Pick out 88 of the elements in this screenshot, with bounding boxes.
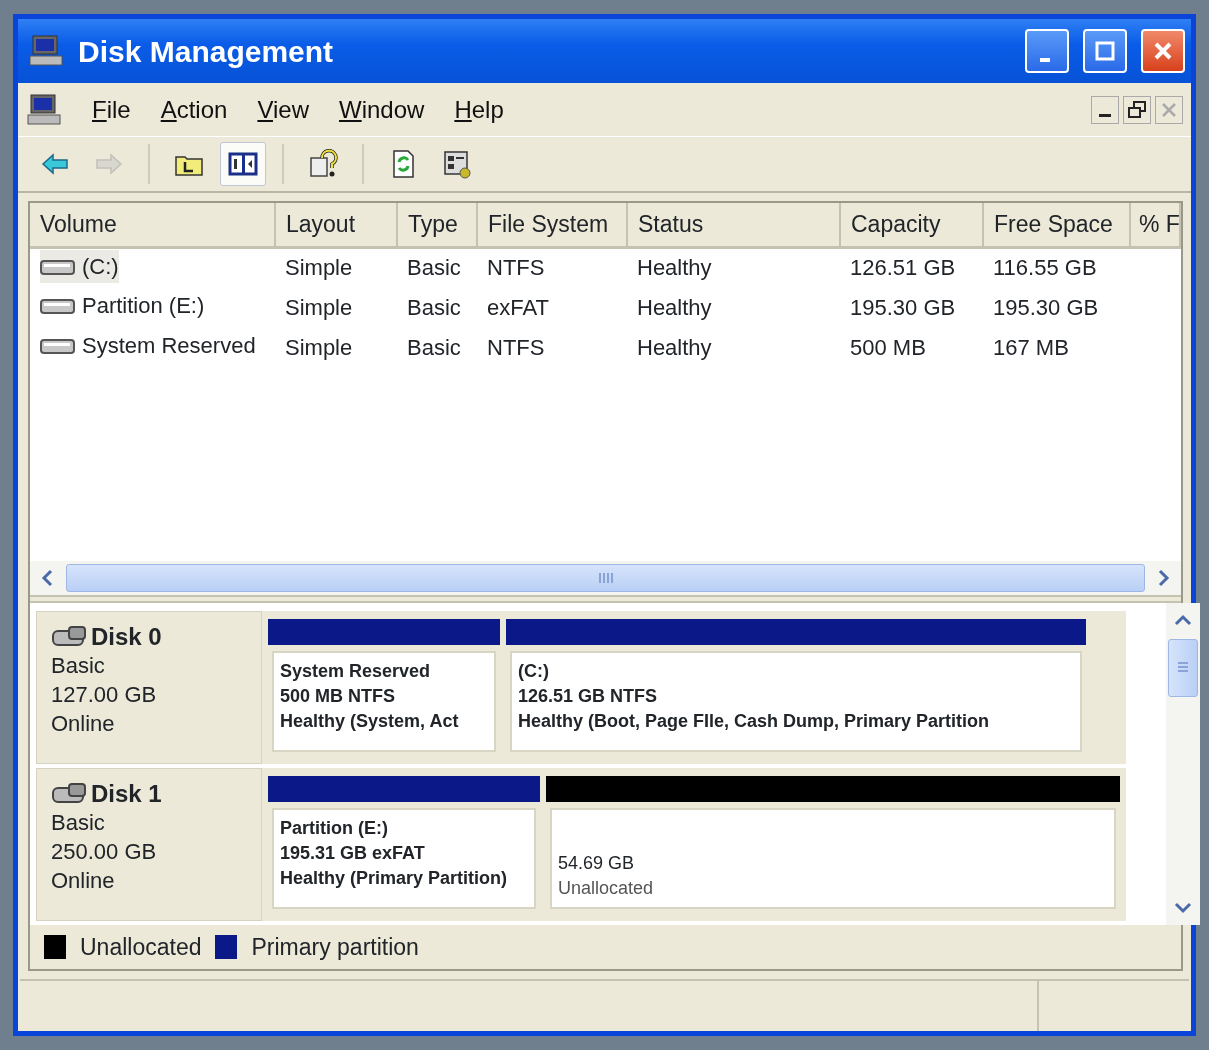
table-cell: Basic — [407, 334, 461, 360]
table-cell: Basic — [407, 255, 461, 281]
table-cell: Simple — [285, 334, 353, 360]
disk-name: Disk 1 — [91, 779, 162, 808]
disk-detail: 127.00 GB — [51, 681, 158, 709]
table-cell: NTFS — [487, 255, 545, 281]
partition-text: Healthy (Boot, Page FIle, Cash Dump, Primary Partition — [518, 710, 991, 733]
table-cell: 195.30 GB — [993, 294, 1099, 320]
table-cell: 126.51 GB — [850, 255, 956, 281]
volume-list-item[interactable]: System Reserved — [40, 329, 256, 363]
partition-text: Unallocated — [558, 877, 655, 900]
column-header[interactable]: Layout — [275, 203, 397, 247]
minimize-button[interactable] — [1091, 95, 1119, 124]
menu-item[interactable]: Window — [339, 91, 425, 128]
horizontal-scrollbar[interactable] — [30, 561, 1181, 595]
menu-item[interactable]: View — [257, 91, 309, 128]
partition-text: 195.31 GB exFAT — [280, 842, 426, 865]
partition-text: 126.51 GB NTFS — [518, 685, 659, 708]
table-cell: exFAT — [487, 294, 549, 320]
disk-detail: Online — [51, 867, 116, 895]
vertical-scrollbar[interactable] — [1166, 603, 1200, 925]
partition-block[interactable]: 54.69 GB Unallocated — [550, 808, 1116, 909]
partition-text: System Reserved — [280, 660, 432, 683]
volume-list-item[interactable]: Partition (E:) — [40, 289, 205, 323]
disk-detail: Online — [51, 710, 116, 738]
disk-detail: 250.00 GB — [51, 838, 158, 866]
partition-block[interactable]: Partition (E:) 195.31 GB exFAT Healthy (Primary Partition) — [272, 808, 536, 909]
partition-text: Partition (E:) — [280, 817, 389, 840]
grip-icon — [597, 572, 614, 584]
partition-text: 500 MB NTFS — [280, 685, 397, 708]
chevron-left-icon — [40, 569, 54, 587]
partition-text: (C:) — [518, 660, 550, 683]
partition-block[interactable]: System Reserved 500 MB NTFS Healthy (System, Act — [272, 651, 496, 752]
window-title: Disk Management — [78, 33, 334, 70]
disk-info-panel[interactable]: Disk 0 Basic 127.00 GB Online — [36, 611, 262, 764]
disk-info-panel[interactable]: Disk 1 Basic 250.00 GB Online — [36, 768, 262, 921]
table-cell: 195.30 GB — [850, 294, 956, 320]
legend-label: Unallocated — [80, 932, 202, 962]
disk-detail: Basic — [51, 809, 106, 837]
column-header[interactable]: % F — [1130, 203, 1180, 247]
restore-icon — [1127, 99, 1147, 120]
restore-button[interactable] — [1123, 95, 1151, 124]
table-cell: Healthy — [637, 294, 712, 320]
table-cell: NTFS — [487, 334, 545, 360]
column-header[interactable]: Status — [627, 203, 840, 247]
maximize-icon — [1093, 39, 1117, 63]
help-icon — [307, 148, 339, 180]
column-header[interactable]: Volume — [30, 203, 275, 247]
computer-icon — [28, 34, 64, 68]
table-cell: Simple — [285, 294, 353, 320]
app-icon — [26, 92, 62, 127]
chevron-up-icon — [1174, 613, 1192, 627]
menu-item[interactable]: Action — [160, 91, 228, 128]
menu-item[interactable]: Help — [454, 91, 504, 128]
table-cell: 167 MB — [993, 334, 1069, 360]
column-header[interactable]: Free Space — [983, 203, 1130, 247]
minimize-icon — [1099, 114, 1111, 117]
maximize-button[interactable] — [1083, 29, 1127, 73]
properties-icon — [441, 148, 473, 180]
partition-text: Healthy (System, Act — [280, 710, 460, 733]
volume-name: System Reserved — [82, 332, 256, 361]
disk-icon — [51, 781, 89, 806]
chevron-down-icon — [1174, 901, 1192, 915]
scroll-thumb[interactable] — [1168, 639, 1198, 697]
partition-block[interactable]: (C:) 126.51 GB NTFS Healthy (Boot, Page FIle, Cash Dump, Primary Partition — [510, 651, 1082, 752]
column-header[interactable]: File System — [477, 203, 627, 247]
table-cell: 116.55 GB — [993, 255, 1097, 281]
disk-detail: Basic — [51, 652, 106, 680]
menu-item[interactable]: File — [92, 91, 131, 128]
chevron-right-icon — [1157, 569, 1171, 587]
volume-name: Partition (E:) — [82, 292, 205, 321]
scroll-thumb[interactable] — [66, 564, 1145, 592]
table-cell: 500 MB — [850, 334, 926, 360]
column-header[interactable]: Capacity — [840, 203, 983, 247]
volume-list-item[interactable]: (C:) — [40, 250, 119, 283]
partition-text: 54.69 GB — [558, 852, 636, 875]
disk-name: Disk 0 — [91, 622, 162, 651]
disk-icon — [51, 624, 89, 649]
volume-name: (C:) — [82, 253, 119, 281]
column-header[interactable]: Type — [397, 203, 477, 247]
table-cell: Simple — [285, 255, 353, 281]
minimize-icon — [1040, 58, 1050, 62]
legend-label: Primary partition — [251, 932, 419, 962]
panes-button[interactable] — [220, 142, 266, 186]
table-cell: Healthy — [637, 255, 712, 281]
table-cell: Basic — [407, 294, 461, 320]
table-cell: Healthy — [637, 334, 712, 360]
partition-text: Healthy (Primary Partition) — [280, 867, 509, 890]
